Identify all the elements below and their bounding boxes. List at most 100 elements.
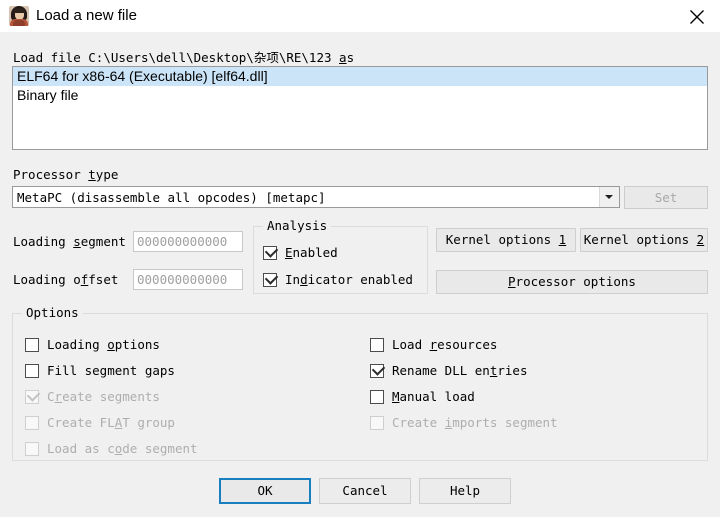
- close-icon[interactable]: [674, 0, 720, 31]
- button-label-mnemonic: P: [508, 274, 516, 289]
- processor-type-value: MetaPC (disassemble all opcodes) [metapc…: [17, 190, 326, 205]
- cancel-button[interactable]: Cancel: [319, 478, 411, 504]
- checkbox-box[interactable]: [370, 337, 384, 352]
- label-pre: Create FL: [47, 415, 115, 430]
- checkbox-box: [25, 415, 39, 430]
- checkbox-manual-load[interactable]: Manual load: [370, 389, 475, 404]
- processor-options-button[interactable]: Processor options: [436, 270, 708, 294]
- checkbox-box[interactable]: [25, 363, 39, 378]
- processor-type-label: Processor type: [13, 167, 118, 182]
- checkbox-box[interactable]: [263, 243, 279, 260]
- checkbox-create-flat-group: Create FLAT group: [25, 415, 175, 430]
- list-item[interactable]: ELF64 for x86-64 (Executable) [elf64.dll…: [13, 67, 707, 86]
- label-pre: Load as c: [47, 441, 115, 456]
- label-post: eate segments: [62, 389, 160, 404]
- load-file-prefix: Load file: [13, 50, 89, 65]
- label-pre: Create: [392, 415, 445, 430]
- label-post: nabled: [292, 245, 338, 260]
- label-mnemonic: E: [285, 245, 293, 260]
- label-pre: Fill segment gaps: [47, 363, 175, 378]
- file-format-listbox[interactable]: ELF64 for x86-64 (Executable) [elf64.dll…: [12, 66, 708, 150]
- loading-offset-label-pre: Loading o: [13, 272, 81, 287]
- checkbox-indicator-enabled[interactable]: Indicator enabled: [263, 270, 413, 287]
- label-post: ries: [497, 363, 528, 378]
- processor-label-post: ype: [95, 167, 119, 182]
- user-avatar-icon: [9, 6, 29, 26]
- ok-button[interactable]: OK: [219, 478, 311, 504]
- checkbox-load-as-code-segment: Load as code segment: [25, 441, 198, 456]
- checkbox-loading-options[interactable]: Loading options: [25, 337, 160, 352]
- label-pre: Rename DLL en: [392, 363, 490, 378]
- load-file-as-rest: s: [346, 50, 355, 65]
- button-label-post: rocessor options: [515, 274, 636, 289]
- help-button[interactable]: Help: [419, 478, 511, 504]
- loading-segment-label: Loading segment: [13, 234, 126, 249]
- label-mnemonic: o: [107, 337, 115, 352]
- checkbox-label: Loading options: [47, 337, 160, 352]
- loading-segment-label-mnemonic: s: [73, 234, 81, 249]
- load-file-as-mnemonic: a: [339, 50, 347, 65]
- label-post: mports segment: [452, 415, 558, 430]
- button-label-pre: Kernel options: [445, 232, 559, 247]
- checkbox-label: Fill segment gaps: [47, 363, 175, 378]
- loading-segment-label-post: egment: [80, 234, 126, 249]
- label-mnemonic: r: [54, 389, 63, 404]
- label-post: esources: [437, 337, 498, 352]
- processor-label-mnemonic: t: [88, 167, 96, 182]
- checkbox-analysis-enabled[interactable]: Enabled: [263, 243, 338, 260]
- checkbox-label: Load as code segment: [47, 441, 198, 456]
- checkbox-box: [370, 415, 384, 430]
- checkbox-box: [25, 441, 39, 456]
- checkbox-label: Create segments: [47, 389, 160, 404]
- load-file-path: C:\Users\dell\Desktop\杂项\RE\123: [88, 50, 332, 65]
- checkbox-label: Create FLAT group: [47, 415, 175, 430]
- checkbox-create-segments: Create segments: [25, 387, 160, 404]
- checkbox-label: Create imports segment: [392, 415, 558, 430]
- checkbox-label: Rename DLL entries: [392, 363, 527, 378]
- checkbox-label: Manual load: [392, 389, 475, 404]
- label-pre: In: [285, 272, 301, 287]
- label-pre: Loading: [47, 337, 108, 352]
- processor-label-pre: Processor: [13, 167, 89, 182]
- loading-offset-input[interactable]: 000000000000: [133, 269, 243, 290]
- chevron-down-icon[interactable]: [599, 187, 619, 207]
- analysis-group-title: Analysis: [263, 218, 332, 233]
- set-button[interactable]: Set: [624, 186, 708, 209]
- label-pre: C: [47, 389, 55, 404]
- checkbox-box[interactable]: [25, 337, 39, 352]
- checkbox-box[interactable]: [370, 361, 386, 378]
- loading-offset-label-post: fset: [88, 272, 119, 287]
- options-groupbox: Options: [12, 305, 708, 461]
- checkbox-fill-segment-gaps[interactable]: Fill segment gaps: [25, 363, 175, 378]
- label-post: T group: [122, 415, 175, 430]
- label-mnemonic: M: [392, 389, 400, 404]
- checkbox-box[interactable]: [263, 270, 279, 287]
- checkbox-rename-dll-entries[interactable]: Rename DLL entries: [370, 361, 527, 378]
- kernel-options-1-button[interactable]: Kernel options 1: [436, 228, 576, 252]
- checkbox-label: Indicator enabled: [285, 272, 413, 287]
- checkbox-box: [25, 387, 41, 404]
- label-post: anual load: [399, 389, 475, 404]
- kernel-options-2-button[interactable]: Kernel options 2: [580, 228, 708, 252]
- title-bar: Load a new file: [0, 0, 720, 33]
- button-label-pre: Kernel options: [583, 232, 697, 247]
- load-file-label: Load file C:\Users\dell\Desktop\杂项\RE\12…: [13, 47, 354, 66]
- load-new-file-dialog: Load a new file Load file C:\Users\dell\…: [0, 0, 720, 517]
- label-post: de segment: [122, 441, 198, 456]
- window-title: Load a new file: [36, 7, 137, 24]
- checkbox-load-resources[interactable]: Load resources: [370, 337, 497, 352]
- loading-segment-input[interactable]: 000000000000: [133, 231, 243, 252]
- label-post: ptions: [114, 337, 160, 352]
- loading-offset-label: Loading offset: [13, 272, 118, 287]
- label-post: icator enabled: [307, 272, 413, 287]
- label-mnemonic: d: [300, 272, 308, 287]
- label-pre: Load: [392, 337, 430, 352]
- processor-type-combobox[interactable]: MetaPC (disassemble all opcodes) [metapc…: [12, 186, 620, 208]
- loading-segment-label-pre: Loading: [13, 234, 74, 249]
- checkbox-label: Enabled: [285, 245, 338, 260]
- checkbox-label: Load resources: [392, 337, 497, 352]
- checkbox-create-imports-segment: Create imports segment: [370, 415, 558, 430]
- options-group-title: Options: [22, 305, 83, 320]
- list-item[interactable]: Binary file: [13, 86, 707, 105]
- checkbox-box[interactable]: [370, 389, 384, 404]
